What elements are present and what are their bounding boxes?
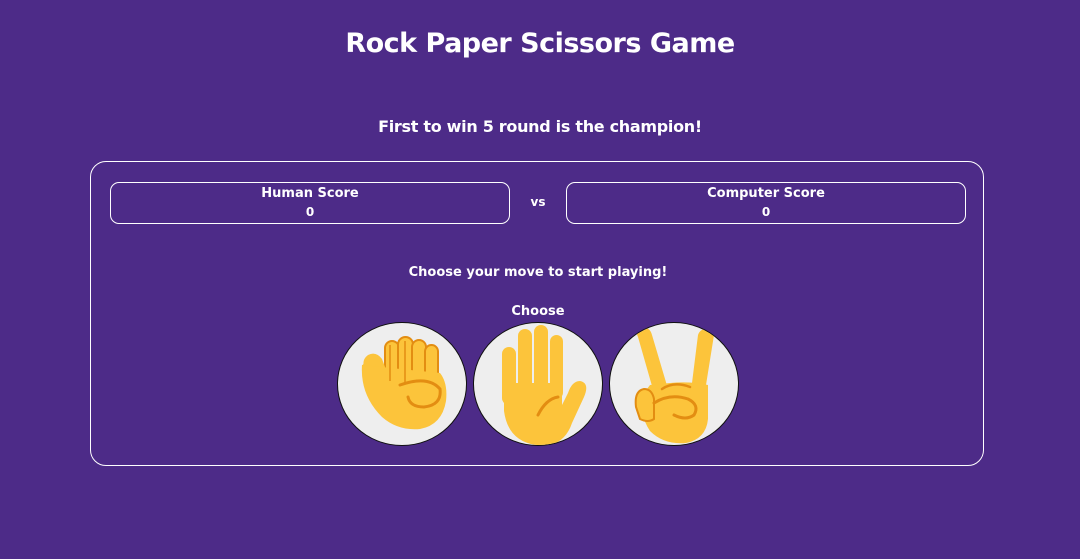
computer-score-box: Computer Score 0 [566, 182, 966, 224]
page-subtitle: First to win 5 round is the champion! [378, 117, 702, 136]
rock-button[interactable] [337, 322, 467, 446]
human-score-box: Human Score 0 [110, 182, 510, 224]
human-score-value: 0 [305, 205, 315, 219]
computer-score-label: Computer Score [707, 186, 825, 201]
status-message: Choose your move to start playing! [408, 265, 668, 280]
vs-label: vs [530, 195, 546, 209]
paper-button[interactable] [473, 322, 603, 446]
human-score-label: Human Score [261, 186, 359, 201]
choose-label: Choose [511, 304, 565, 319]
victory-hand-icon [634, 327, 714, 444]
scissors-button[interactable] [609, 322, 739, 446]
page-title: Rock Paper Scissors Game [345, 28, 735, 59]
raised-fist-icon [361, 336, 447, 430]
computer-score-value: 0 [761, 205, 771, 219]
game-panel: Human Score 0 vs Computer Score 0 Choose… [90, 161, 984, 466]
raised-hand-icon [502, 325, 587, 445]
